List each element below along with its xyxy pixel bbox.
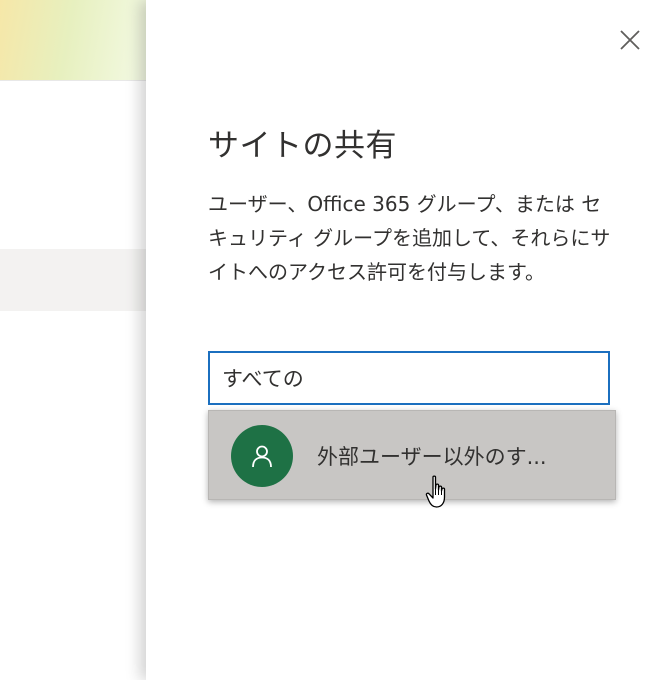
site-header-banner: [0, 0, 150, 81]
close-button[interactable]: [612, 22, 648, 58]
hand-pointer-cursor-icon: [425, 475, 446, 508]
avatar: [231, 425, 293, 487]
panel-description: ユーザー、Office 365 グループ、または セキュリティ グループを追加し…: [208, 192, 611, 284]
background-row: [0, 249, 150, 311]
suggestion-item[interactable]: 外部ユーザー以外のす...: [208, 410, 616, 500]
person-icon: [252, 445, 272, 468]
share-site-panel: [146, 0, 667, 680]
background-page: [0, 0, 150, 680]
suggestion-label: 外部ユーザー以外のす...: [317, 445, 547, 469]
people-search-input[interactable]: [208, 351, 610, 405]
panel-title: サイトの共有: [208, 128, 397, 164]
close-icon: [620, 30, 640, 50]
